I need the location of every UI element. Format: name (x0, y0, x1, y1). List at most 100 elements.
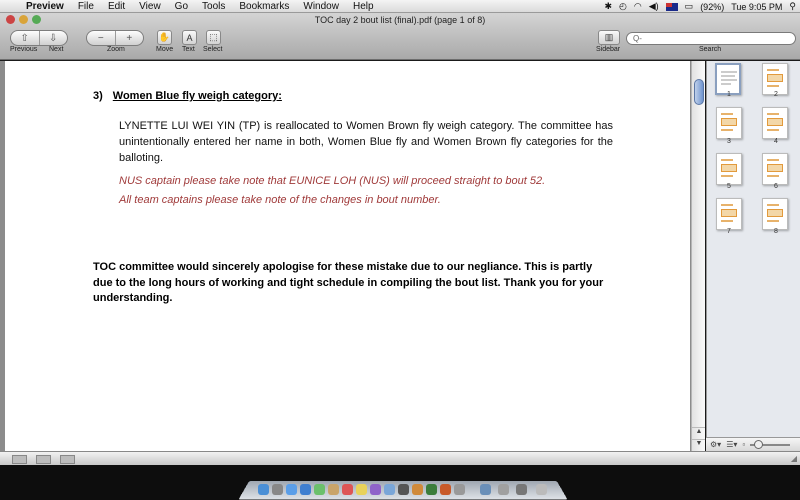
thumbnail-sidebar: 1 2 3 4 5 6 7 8 (706, 61, 800, 451)
window-title: TOC day 2 bout list (final).pdf (page 1 … (314, 15, 486, 25)
menu-edit[interactable]: Edit (101, 0, 132, 13)
system-preferences-icon[interactable] (454, 484, 465, 495)
powerpoint-icon[interactable] (440, 484, 451, 495)
minus-icon: − (97, 32, 104, 44)
select-label: Select (203, 46, 223, 53)
iphoto-icon[interactable] (384, 484, 395, 495)
search-field[interactable]: Q- (626, 32, 796, 45)
clock[interactable]: Tue 9:05 PM (731, 2, 782, 12)
menu-window[interactable]: Window (296, 0, 346, 13)
sidebar-footer: ⚙▾ ☰▾ ▫ (706, 437, 800, 451)
preview-icon[interactable] (356, 484, 367, 495)
input-source-flag-icon[interactable] (665, 2, 678, 11)
dashboard-icon[interactable] (272, 484, 283, 495)
list-view-icon[interactable]: ☰▾ (726, 440, 737, 449)
page-thumbnail[interactable] (716, 153, 742, 185)
battery-icon[interactable]: ▭ (685, 1, 694, 12)
text-tool-button[interactable]: A (182, 30, 197, 45)
scroll-up-arrow-icon[interactable]: ▲ (692, 427, 705, 439)
zoom-out-button[interactable]: − (87, 31, 116, 45)
next-page-button[interactable]: ⇩ (40, 31, 68, 45)
thumbnail-label: 1 (727, 91, 731, 98)
thumbnail-label: 7 (727, 228, 731, 235)
search-label: Search (699, 46, 722, 53)
zoom-group: − + (86, 30, 144, 46)
dock (0, 465, 800, 500)
down-arrow-icon: ⇩ (49, 32, 58, 44)
page-thumbnail[interactable] (762, 198, 788, 230)
preview-minimized-icon[interactable] (516, 484, 527, 495)
address-book-icon[interactable] (328, 484, 339, 495)
volume-icon[interactable]: ◀) (649, 1, 659, 12)
section-number: 3) (93, 90, 103, 102)
thumbnail-label: 3 (727, 138, 731, 145)
scroll-thumb[interactable] (694, 79, 704, 105)
safari-icon[interactable] (300, 484, 311, 495)
mail-icon[interactable] (286, 484, 297, 495)
menu-tools[interactable]: Tools (195, 0, 232, 13)
section-title: Women Blue fly weigh category: (112, 90, 282, 102)
menu-extras: ✱ ◴ ◠ ◀) ▭ (92%) Tue 9:05 PM ⚲ (604, 0, 796, 13)
section-heading: 3) Women Blue fly weigh category: (93, 90, 282, 102)
wifi-icon[interactable]: ◠ (634, 1, 642, 12)
time-machine-dock-icon[interactable] (398, 484, 409, 495)
ichat-icon[interactable] (314, 484, 325, 495)
thumbnail-label: 6 (774, 183, 778, 190)
downloads-stack-icon[interactable] (480, 484, 491, 495)
excel-icon[interactable] (426, 484, 437, 495)
view-mode-continuous-icon[interactable] (36, 455, 51, 464)
search-placeholder: Q- (633, 34, 642, 43)
page-thumbnail[interactable] (762, 107, 788, 139)
scroll-down-arrow-icon[interactable]: ▼ (692, 439, 705, 451)
move-tool-button[interactable]: ✋ (157, 30, 172, 45)
pdf-page[interactable]: 3) Women Blue fly weigh category: LYNETT… (5, 61, 690, 451)
menu-go[interactable]: Go (168, 0, 195, 13)
thumbnail-label: 8 (774, 228, 778, 235)
menu-bar: Preview File Edit View Go Tools Bookmark… (0, 0, 800, 13)
page-thumbnail[interactable] (716, 107, 742, 139)
word-icon[interactable] (412, 484, 423, 495)
zoom-label: Zoom (107, 46, 125, 53)
time-machine-icon[interactable]: ◴ (619, 1, 627, 12)
zoom-in-button[interactable]: + (116, 31, 144, 45)
select-tool-button[interactable]: ⬚ (206, 30, 221, 45)
nus-captain-note: NUS captain please take note that EUNICE… (119, 175, 546, 187)
thumbnail-label: 4 (774, 138, 778, 145)
window-toolbar: TOC day 2 bout list (final).pdf (page 1 … (0, 13, 800, 60)
sidebar-label: Sidebar (596, 46, 621, 53)
itunes-icon[interactable] (370, 484, 381, 495)
trash-icon[interactable] (536, 484, 547, 495)
spotlight-icon[interactable]: ⚲ (789, 1, 796, 12)
menu-view[interactable]: View (132, 0, 168, 13)
menu-bookmarks[interactable]: Bookmarks (232, 0, 296, 13)
vertical-scrollbar[interactable]: ▲ ▼ (691, 61, 705, 451)
page-thumbnail[interactable] (716, 198, 742, 230)
bluetooth-icon[interactable]: ✱ (604, 1, 612, 12)
text-cursor-icon: A (186, 32, 193, 43)
view-mode-two-page-icon[interactable] (60, 455, 75, 464)
menu-file[interactable]: File (71, 0, 101, 13)
finder-icon[interactable] (258, 484, 269, 495)
app-menu[interactable]: Preview (22, 0, 71, 13)
ical-icon[interactable] (342, 484, 353, 495)
sidebar-toggle-button[interactable]: ▥ (598, 30, 620, 45)
view-mode-single-icon[interactable] (12, 455, 27, 464)
page-thumbnail[interactable] (762, 153, 788, 185)
document-view[interactable]: 3) Women Blue fly weigh category: LYNETT… (0, 61, 705, 451)
battery-percent: (92%) (700, 1, 725, 12)
thumbnail-label: 5 (727, 183, 731, 190)
previous-page-button[interactable]: ⇧ (11, 31, 40, 45)
slider-knob[interactable] (754, 439, 764, 449)
marquee-icon: ⬚ (209, 32, 218, 42)
move-label: Move (156, 46, 174, 53)
thumbnail-size-slider[interactable] (750, 439, 791, 449)
settings-icon[interactable]: ⚙▾ (710, 440, 721, 449)
resize-grip-icon[interactable]: ◢ (791, 454, 797, 463)
apology-paragraph: TOC committee would sincerely apologise … (93, 261, 604, 304)
reallocation-paragraph: LYNETTE LUI WEI YIN (TP) is reallocated … (119, 120, 613, 164)
team-captains-note: All team captains please take note of th… (119, 194, 441, 206)
previous-label: Previous (10, 46, 38, 53)
menu-help[interactable]: Help (346, 0, 381, 13)
documents-stack-icon[interactable] (498, 484, 509, 495)
sidebar-icon: ▥ (604, 32, 614, 42)
